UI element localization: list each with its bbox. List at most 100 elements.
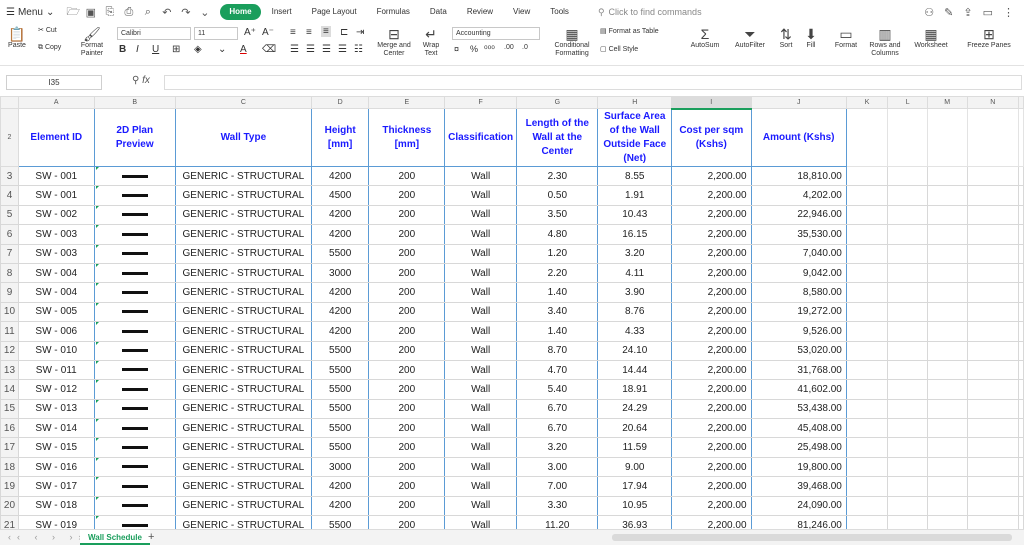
cell-type[interactable]: GENERIC - STRUCTURAL <box>174 301 312 323</box>
cell-t[interactable]: 200 <box>368 456 446 478</box>
column-header-c[interactable]: C <box>174 96 312 109</box>
plan-preview-cell[interactable] <box>93 340 176 361</box>
cell-cost[interactable]: 2,200.00 <box>671 437 752 458</box>
cell-amt[interactable]: 25,498.00 <box>750 437 847 458</box>
cell-h[interactable]: 5500 <box>310 359 370 381</box>
cell-len[interactable]: 5.40 <box>516 379 599 400</box>
empty-cell[interactable] <box>887 204 928 226</box>
empty-cell[interactable] <box>926 262 968 284</box>
empty-cell[interactable] <box>887 108 928 167</box>
cell-area[interactable]: 36.93 <box>597 515 673 529</box>
cell-id[interactable]: SW - 015 <box>17 437 95 458</box>
cell-type[interactable]: GENERIC - STRUCTURAL <box>174 262 312 284</box>
empty-cell[interactable] <box>926 224 968 245</box>
cell-area[interactable]: 11.59 <box>597 437 673 458</box>
cell-id[interactable]: SW - 014 <box>17 418 95 439</box>
empty-cell[interactable] <box>966 418 1019 439</box>
empty-cell[interactable] <box>845 301 889 323</box>
fx-icon[interactable]: fx <box>142 75 150 86</box>
name-box[interactable]: I35 <box>6 75 102 90</box>
empty-cell[interactable] <box>845 108 889 167</box>
cell-amt[interactable]: 53,438.00 <box>750 398 847 420</box>
save-icon[interactable]: ▣ <box>85 6 96 19</box>
header-cell[interactable]: Element ID <box>17 108 95 167</box>
select-all-corner[interactable] <box>0 96 19 109</box>
tab-data[interactable]: Data <box>421 4 456 20</box>
header-cell[interactable]: 2D Plan Preview <box>93 108 176 167</box>
row-header[interactable]: 4 <box>0 185 19 206</box>
cell-amt[interactable]: 18,810.00 <box>750 165 847 187</box>
row-header[interactable]: 19 <box>0 476 19 497</box>
empty-cell[interactable] <box>1018 495 1024 517</box>
cell-amt[interactable]: 9,042.00 <box>750 262 847 284</box>
cell-id[interactable]: SW - 011 <box>17 359 95 381</box>
cell-cost[interactable]: 2,200.00 <box>671 282 752 303</box>
empty-cell[interactable] <box>966 243 1019 264</box>
cell-area[interactable]: 24.10 <box>597 340 673 361</box>
orientation-icon[interactable]: ⊏ <box>340 27 348 38</box>
cell-id[interactable]: SW - 001 <box>17 185 95 206</box>
row-header[interactable]: 18 <box>0 456 19 478</box>
cell-type[interactable]: GENERIC - STRUCTURAL <box>174 418 312 439</box>
empty-cell[interactable] <box>1018 418 1024 439</box>
column-header-m[interactable]: M <box>926 96 968 109</box>
cell-cost[interactable]: 2,200.00 <box>671 359 752 381</box>
cell-cls[interactable]: Wall <box>444 204 518 226</box>
empty-cell[interactable] <box>966 515 1019 529</box>
cell-h[interactable]: 5500 <box>310 437 370 458</box>
cut-button[interactable]: ✂ Cut <box>38 27 57 35</box>
tab-tools[interactable]: Tools <box>541 4 578 20</box>
cell-cost[interactable]: 2,200.00 <box>671 262 752 284</box>
indent-icon[interactable]: ⇥ <box>356 27 364 38</box>
cell-amt[interactable]: 81,246.00 <box>750 515 847 529</box>
empty-cell[interactable] <box>845 456 889 478</box>
edit-icon[interactable]: ✎ <box>944 6 953 19</box>
row-header[interactable]: 11 <box>0 321 19 342</box>
empty-cell[interactable] <box>926 437 968 458</box>
thousands-icon[interactable]: ⁰⁰⁰ <box>484 44 495 55</box>
plan-preview-cell[interactable] <box>93 398 176 420</box>
empty-cell[interactable] <box>887 262 928 284</box>
currency-icon[interactable]: ¤ <box>454 44 459 54</box>
cell-t[interactable]: 200 <box>368 340 446 361</box>
empty-cell[interactable] <box>887 476 928 497</box>
cell-area[interactable]: 20.64 <box>597 418 673 439</box>
cell-id[interactable]: SW - 012 <box>17 379 95 400</box>
empty-cell[interactable] <box>926 398 968 420</box>
empty-cell[interactable] <box>887 379 928 400</box>
conditional-formatting-button[interactable]: ▦ Conditional Formatting <box>550 26 594 58</box>
cell-type[interactable]: GENERIC - STRUCTURAL <box>174 340 312 361</box>
cell-amt[interactable]: 22,946.00 <box>750 204 847 226</box>
menu-button[interactable]: ☰ Menu ⌄ <box>0 0 60 24</box>
empty-cell[interactable] <box>966 204 1019 226</box>
cell-amt[interactable]: 45,408.00 <box>750 418 847 439</box>
cell-id[interactable]: SW - 002 <box>17 204 95 226</box>
cell-amt[interactable]: 35,530.00 <box>750 224 847 245</box>
cell-cost[interactable]: 2,200.00 <box>671 224 752 245</box>
cell-cls[interactable]: Wall <box>444 418 518 439</box>
empty-cell[interactable] <box>887 321 928 342</box>
freeze-panes-button[interactable]: ⊞ Freeze Panes <box>962 26 1016 50</box>
cell-id[interactable]: SW - 019 <box>17 515 95 529</box>
plan-preview-cell[interactable] <box>93 165 176 187</box>
cell-cost[interactable]: 2,200.00 <box>671 476 752 497</box>
cell-amt[interactable]: 9,526.00 <box>750 321 847 342</box>
cell-h[interactable]: 4200 <box>310 224 370 245</box>
cell-t[interactable]: 200 <box>368 321 446 342</box>
cell-type[interactable]: GENERIC - STRUCTURAL <box>174 476 312 497</box>
row-header[interactable]: 20 <box>0 495 19 517</box>
cell-style-button[interactable]: ▢ Cell Style <box>600 46 638 54</box>
empty-cell[interactable] <box>887 418 928 439</box>
plan-preview-cell[interactable] <box>93 418 176 439</box>
empty-cell[interactable] <box>845 185 889 206</box>
add-sheet-icon[interactable]: + <box>148 531 154 543</box>
cell-type[interactable]: GENERIC - STRUCTURAL <box>174 379 312 400</box>
cell-cost[interactable]: 2,200.00 <box>671 185 752 206</box>
empty-cell[interactable] <box>966 379 1019 400</box>
empty-cell[interactable] <box>966 262 1019 284</box>
empty-cell[interactable] <box>845 495 889 517</box>
empty-cell[interactable] <box>845 282 889 303</box>
empty-cell[interactable] <box>966 476 1019 497</box>
row-header[interactable]: 16 <box>0 418 19 439</box>
empty-cell[interactable] <box>966 398 1019 420</box>
